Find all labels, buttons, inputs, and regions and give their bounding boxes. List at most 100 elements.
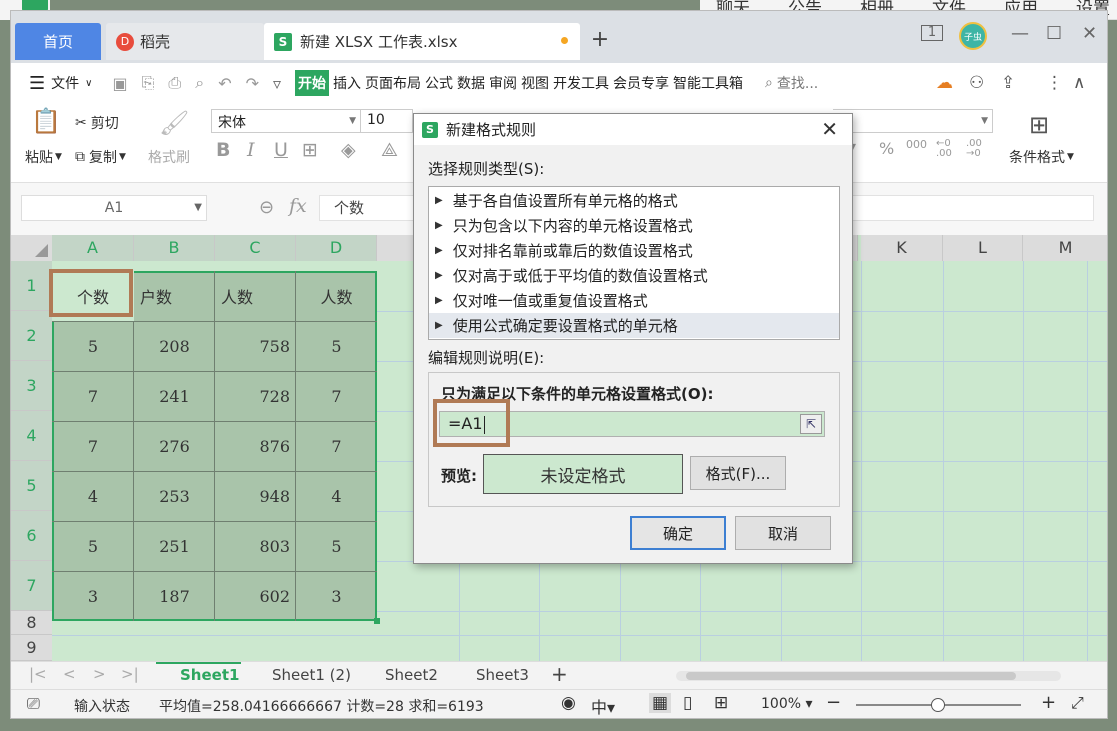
- search-box[interactable]: ⌕ 查找...: [765, 73, 818, 93]
- zoom-in-icon[interactable]: +: [1041, 692, 1056, 713]
- ok-button[interactable]: 确定: [630, 516, 726, 550]
- row-header-5[interactable]: 5: [11, 461, 52, 511]
- horizontal-scrollbar[interactable]: [676, 671, 1061, 681]
- cell-d4[interactable]: 7: [296, 421, 377, 471]
- format-painter-icon[interactable]: 🖌: [159, 109, 189, 137]
- save-icon[interactable]: ▣: [112, 74, 127, 93]
- range-picker-icon[interactable]: ⇱: [800, 414, 822, 434]
- rule-type-item[interactable]: ▶ 只为包含以下内容的单元格设置格式: [429, 213, 839, 238]
- sheet-tab-sheet2[interactable]: Sheet2: [385, 666, 438, 684]
- minimize-icon[interactable]: —: [1011, 23, 1029, 44]
- row-header-1[interactable]: 1: [11, 261, 52, 311]
- cell-d3[interactable]: 7: [296, 371, 377, 421]
- cell-c6[interactable]: 803: [215, 521, 296, 571]
- menu-item-member[interactable]: 会员专享: [613, 73, 669, 93]
- decrease-decimal-icon[interactable]: .00 →0: [966, 139, 982, 159]
- rule-type-item[interactable]: ▶ 仅对唯一值或重复值设置格式: [429, 288, 839, 313]
- quick-access-more-icon[interactable]: ▿: [273, 74, 281, 93]
- select-all-corner[interactable]: [11, 235, 52, 261]
- cell-d1[interactable]: 人数: [296, 271, 377, 321]
- page-layout-view-icon[interactable]: ▯: [683, 693, 692, 713]
- page-count-icon[interactable]: 1: [921, 25, 943, 41]
- cell-b1[interactable]: 户数: [134, 271, 215, 321]
- zoom-slider-knob[interactable]: [931, 698, 945, 712]
- tab-home[interactable]: 首页: [15, 23, 101, 60]
- add-tab-button[interactable]: +: [586, 27, 614, 52]
- menu-item-insert[interactable]: 插入: [333, 73, 361, 93]
- row-header-9[interactable]: 9: [11, 635, 52, 661]
- paste-button[interactable]: 粘贴 ▼: [25, 147, 62, 167]
- format-button[interactable]: 格式(F)...: [690, 456, 786, 490]
- increase-decimal-icon[interactable]: ←0.00: [936, 139, 952, 159]
- cell-d2[interactable]: 5: [296, 321, 377, 371]
- redo-icon[interactable]: ↷: [246, 74, 259, 93]
- underline-icon[interactable]: U: [274, 139, 288, 161]
- tab-document[interactable]: S 新建 XLSX 工作表.xlsx: [264, 23, 580, 60]
- input-method-icon[interactable]: 中▾: [591, 694, 615, 718]
- copy-button[interactable]: ⧉ 复制 ▼: [75, 147, 126, 167]
- conditional-format-icon[interactable]: ⊞: [1029, 111, 1049, 139]
- avatar[interactable]: 子虫: [959, 22, 987, 50]
- row-header-3[interactable]: 3: [11, 361, 52, 411]
- row-header-4[interactable]: 4: [11, 411, 52, 461]
- cell-c7[interactable]: 602: [215, 571, 296, 621]
- cell-b5[interactable]: 253: [134, 471, 215, 521]
- cell-b2[interactable]: 208: [134, 321, 215, 371]
- column-header-c[interactable]: C: [215, 235, 296, 261]
- more-icon[interactable]: ⋮: [1046, 73, 1063, 93]
- menu-item-start[interactable]: 开始: [295, 70, 330, 96]
- cancel-button[interactable]: 取消: [735, 516, 831, 550]
- zoom-formula-icon[interactable]: ⊖: [259, 197, 274, 218]
- scrollbar-thumb[interactable]: [686, 672, 1016, 680]
- font-color-icon[interactable]: ⟁: [381, 139, 398, 161]
- fill-handle[interactable]: [374, 618, 380, 624]
- italic-icon[interactable]: I: [247, 139, 255, 161]
- cell-d6[interactable]: 5: [296, 521, 377, 571]
- cell-c4[interactable]: 876: [215, 421, 296, 471]
- fill-color-icon[interactable]: ◈: [341, 139, 356, 161]
- cell-d7[interactable]: 3: [296, 571, 377, 621]
- zoom-out-icon[interactable]: −: [826, 692, 841, 713]
- sheet-tab-sheet3[interactable]: Sheet3: [476, 666, 529, 684]
- column-header-d[interactable]: D: [296, 235, 377, 261]
- menu-item-page-layout[interactable]: 页面布局: [365, 73, 421, 93]
- cloud-sync-icon[interactable]: ☁: [936, 73, 953, 93]
- next-sheet-icon[interactable]: >: [93, 665, 106, 683]
- add-sheet-button[interactable]: +: [551, 662, 568, 686]
- rule-type-item[interactable]: ▶ 基于各自值设置所有单元格的格式: [429, 188, 839, 213]
- cell-b3[interactable]: 241: [134, 371, 215, 421]
- cell-a7[interactable]: 3: [52, 571, 134, 621]
- zoom-slider[interactable]: [856, 698, 1021, 712]
- cut-button[interactable]: ✂ 剪切: [75, 113, 119, 133]
- file-menu[interactable]: ☰ 文件 ∨: [29, 73, 92, 94]
- prev-sheet-icon[interactable]: <: [63, 665, 76, 683]
- undo-icon[interactable]: ↶: [218, 74, 231, 93]
- column-header-m[interactable]: M: [1023, 235, 1107, 261]
- cell-b6[interactable]: 251: [134, 521, 215, 571]
- cell-c3[interactable]: 728: [215, 371, 296, 421]
- function-icon[interactable]: fx: [289, 195, 307, 217]
- close-window-icon[interactable]: ✕: [1082, 23, 1097, 44]
- rule-type-item[interactable]: ▶ 仅对排名靠前或靠后的数值设置格式: [429, 238, 839, 263]
- cell-a5[interactable]: 4: [52, 471, 134, 521]
- font-name-select[interactable]: 宋体 ▼: [211, 109, 361, 133]
- name-box[interactable]: A1 ▼: [21, 195, 207, 221]
- cell-a3[interactable]: 7: [52, 371, 134, 421]
- column-header-l[interactable]: L: [943, 235, 1023, 261]
- cell-d5[interactable]: 4: [296, 471, 377, 521]
- cell-c5[interactable]: 948: [215, 471, 296, 521]
- rule-type-item[interactable]: ▶ 仅对高于或低于平均值的数值设置格式: [429, 263, 839, 288]
- collaborate-icon[interactable]: ⚇: [969, 73, 984, 93]
- row-header-7[interactable]: 7: [11, 561, 52, 611]
- cell-a2[interactable]: 5: [52, 321, 134, 371]
- row-header-6[interactable]: 6: [11, 511, 52, 561]
- menu-item-review[interactable]: 审阅: [489, 73, 517, 93]
- close-icon[interactable]: ✕: [821, 117, 838, 141]
- menu-item-formula[interactable]: 公式: [425, 73, 453, 93]
- sheet-tab-sheet1-2[interactable]: Sheet1 (2): [272, 666, 351, 684]
- number-format-select[interactable]: 规▼: [833, 109, 993, 133]
- menu-item-developer[interactable]: 开发工具: [553, 73, 609, 93]
- eye-protection-icon[interactable]: ◉: [561, 693, 576, 713]
- conditional-format-button[interactable]: 条件格式 ▼: [1009, 147, 1074, 167]
- macro-record-icon[interactable]: ⎚: [27, 694, 40, 714]
